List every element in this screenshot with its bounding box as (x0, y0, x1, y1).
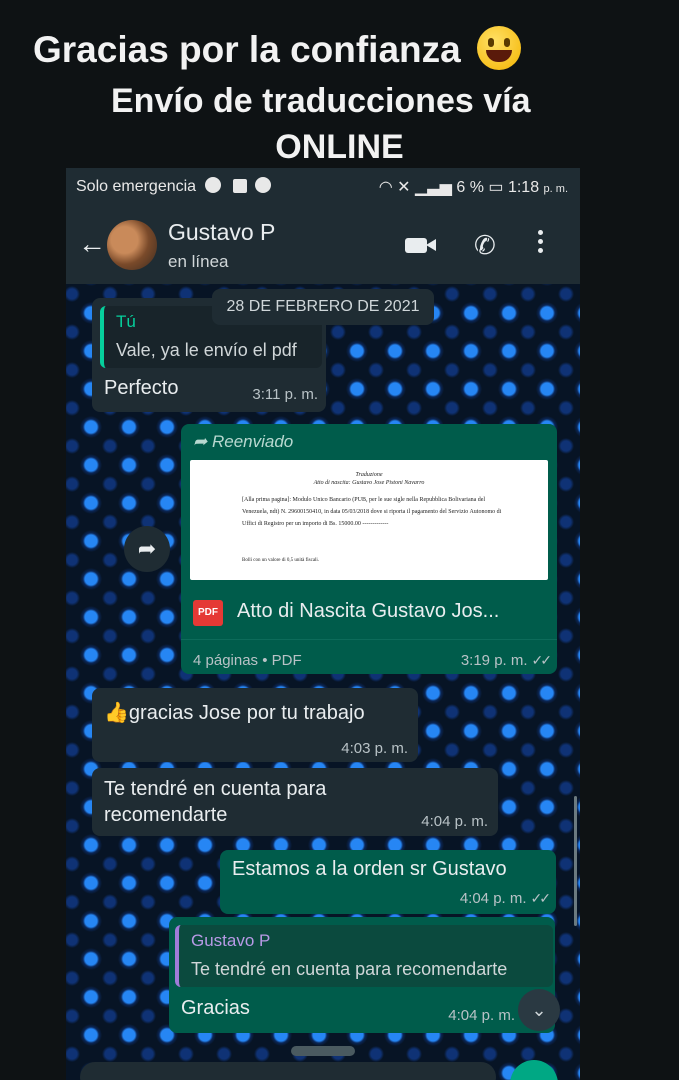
carrier-text: Solo emergencia (76, 178, 197, 195)
more-options-icon[interactable] (538, 230, 544, 257)
thumbs-up-icon: 👍 (104, 702, 129, 724)
soccer-ball-icon (255, 177, 272, 193)
forward-share-icon[interactable]: ➦ (124, 526, 170, 572)
message-incoming[interactable]: Te tendré en cuenta para recomendarte 4:… (92, 768, 498, 836)
quote-author: Tú (116, 312, 136, 331)
avatar[interactable] (107, 220, 157, 270)
double-check-icon: ✓✓ (530, 890, 552, 906)
message-time-row: 3:19 p. m. ✓✓ (460, 652, 553, 669)
message-text: gracias Jose por tu trabajo (128, 702, 365, 724)
battery-icon: ▭ (488, 179, 504, 196)
preview-title: Traduzione (355, 472, 383, 478)
quote-text: Vale, ya le envío el pdf (116, 340, 297, 360)
message-time: 4:04 p. m. (421, 813, 488, 830)
battery-percent: 6 % (456, 179, 484, 196)
signal-bars-icon: ▁▃▅ (414, 179, 452, 196)
forwarded-label: ➦ Reenviado (193, 432, 294, 451)
preview-body: [Alla prima pagina]: Modulo Unico Bancar… (242, 497, 502, 527)
preview-footnote: Bolli con un valore di 0,5 unità fiscali… (242, 558, 320, 563)
caption-line-1-text: Gracias por la confianza (33, 29, 461, 70)
message-time: 4:03 p. m. (341, 740, 408, 757)
message-input[interactable] (80, 1062, 496, 1080)
soccer-ball-icon (204, 177, 221, 193)
quote-text: Te tendré en cuenta para recomendarte (191, 959, 508, 979)
message-time-row: 4:04 p. m. ✓✓ (459, 890, 552, 907)
message-time: 3:19 p. m. (460, 652, 528, 669)
message-outgoing[interactable]: Estamos a la orden sr Gustavo 4:04 p. m.… (220, 850, 556, 914)
preview-subtitle: Atto di nascita: Gustavo Jose Pistoni Na… (313, 480, 425, 486)
message-time: 4:04 p. m. (448, 1007, 515, 1024)
quote-author: Gustavo P (191, 931, 271, 950)
document-preview[interactable]: Traduzione Atto di nascita: Gustavo Jose… (190, 460, 548, 580)
caption-line-1: Gracias por la confianza (33, 26, 679, 71)
back-arrow-icon[interactable]: ← (78, 228, 106, 260)
message-text-line-1: Te tendré en cuenta para (104, 778, 327, 800)
clock-time: 1:18 (507, 179, 540, 196)
message-forwarded-document[interactable]: ➦ Reenviado Traduzione Atto di nascita: … (181, 424, 557, 674)
grinning-face-emoji-icon (477, 26, 521, 70)
message-text: Perfecto (104, 377, 179, 399)
no-signal-icon: ✕ (397, 179, 411, 196)
contact-status: en línea (168, 252, 229, 271)
message-time: 3:11 p. m. (252, 386, 318, 403)
scrollbar[interactable] (574, 796, 577, 926)
message-text: Estamos a la orden sr Gustavo (232, 858, 507, 880)
contact-name[interactable]: Gustavo P (168, 219, 275, 246)
date-chip: 28 DE FEBRERO DE 2021 (212, 289, 434, 325)
wifi-icon: ◠ (378, 179, 393, 196)
image-icon (232, 179, 247, 193)
file-meta: 4 páginas • PDF (193, 652, 302, 669)
pdf-file-icon: PDF (193, 600, 223, 626)
message-text: Te tendré en cuenta para recomendarte (104, 776, 326, 828)
phone-screen: Solo emergencia ◠ ✕ ▁▃▅ 6 % ▭ 1:18 p. m.… (66, 168, 580, 1080)
status-bar: Solo emergencia ◠ ✕ ▁▃▅ 6 % ▭ 1:18 p. m. (66, 168, 580, 206)
clock-suffix: p. m. (543, 183, 568, 195)
drag-handle (291, 1046, 355, 1056)
status-left: Solo emergencia (76, 177, 272, 196)
message-time: 4:04 p. m. (459, 890, 527, 907)
caption-line-3: ONLINE (275, 128, 404, 166)
divider (181, 639, 557, 640)
double-check-icon: ✓✓ (531, 652, 553, 668)
message-incoming[interactable]: 👍gracias Jose por tu trabajo 4:03 p. m. (92, 688, 418, 762)
phone-call-icon[interactable]: ✆ (474, 230, 496, 261)
message-text-line-2: recomendarte (104, 804, 228, 826)
video-call-icon[interactable] (405, 238, 436, 253)
caption-line-2: Envío de traducciones vía (111, 82, 531, 120)
message-text: Gracias (181, 997, 250, 1019)
message-outgoing-reply[interactable]: Gustavo P Te tendré en cuenta para recom… (169, 917, 555, 1033)
chat-header: ← Gustavo P en línea ✆ (66, 206, 580, 284)
message-text-row: 👍gracias Jose por tu trabajo (104, 700, 365, 725)
file-name: Atto di Nascita Gustavo Jos... (237, 600, 500, 622)
forward-arrow-icon: ➦ (193, 432, 208, 451)
quoted-message[interactable]: Gustavo P Te tendré en cuenta para recom… (175, 925, 553, 987)
scroll-to-bottom-chevron-icon[interactable]: ⌄ (518, 989, 560, 1031)
status-right: ◠ ✕ ▁▃▅ 6 % ▭ 1:18 p. m. (379, 177, 568, 197)
